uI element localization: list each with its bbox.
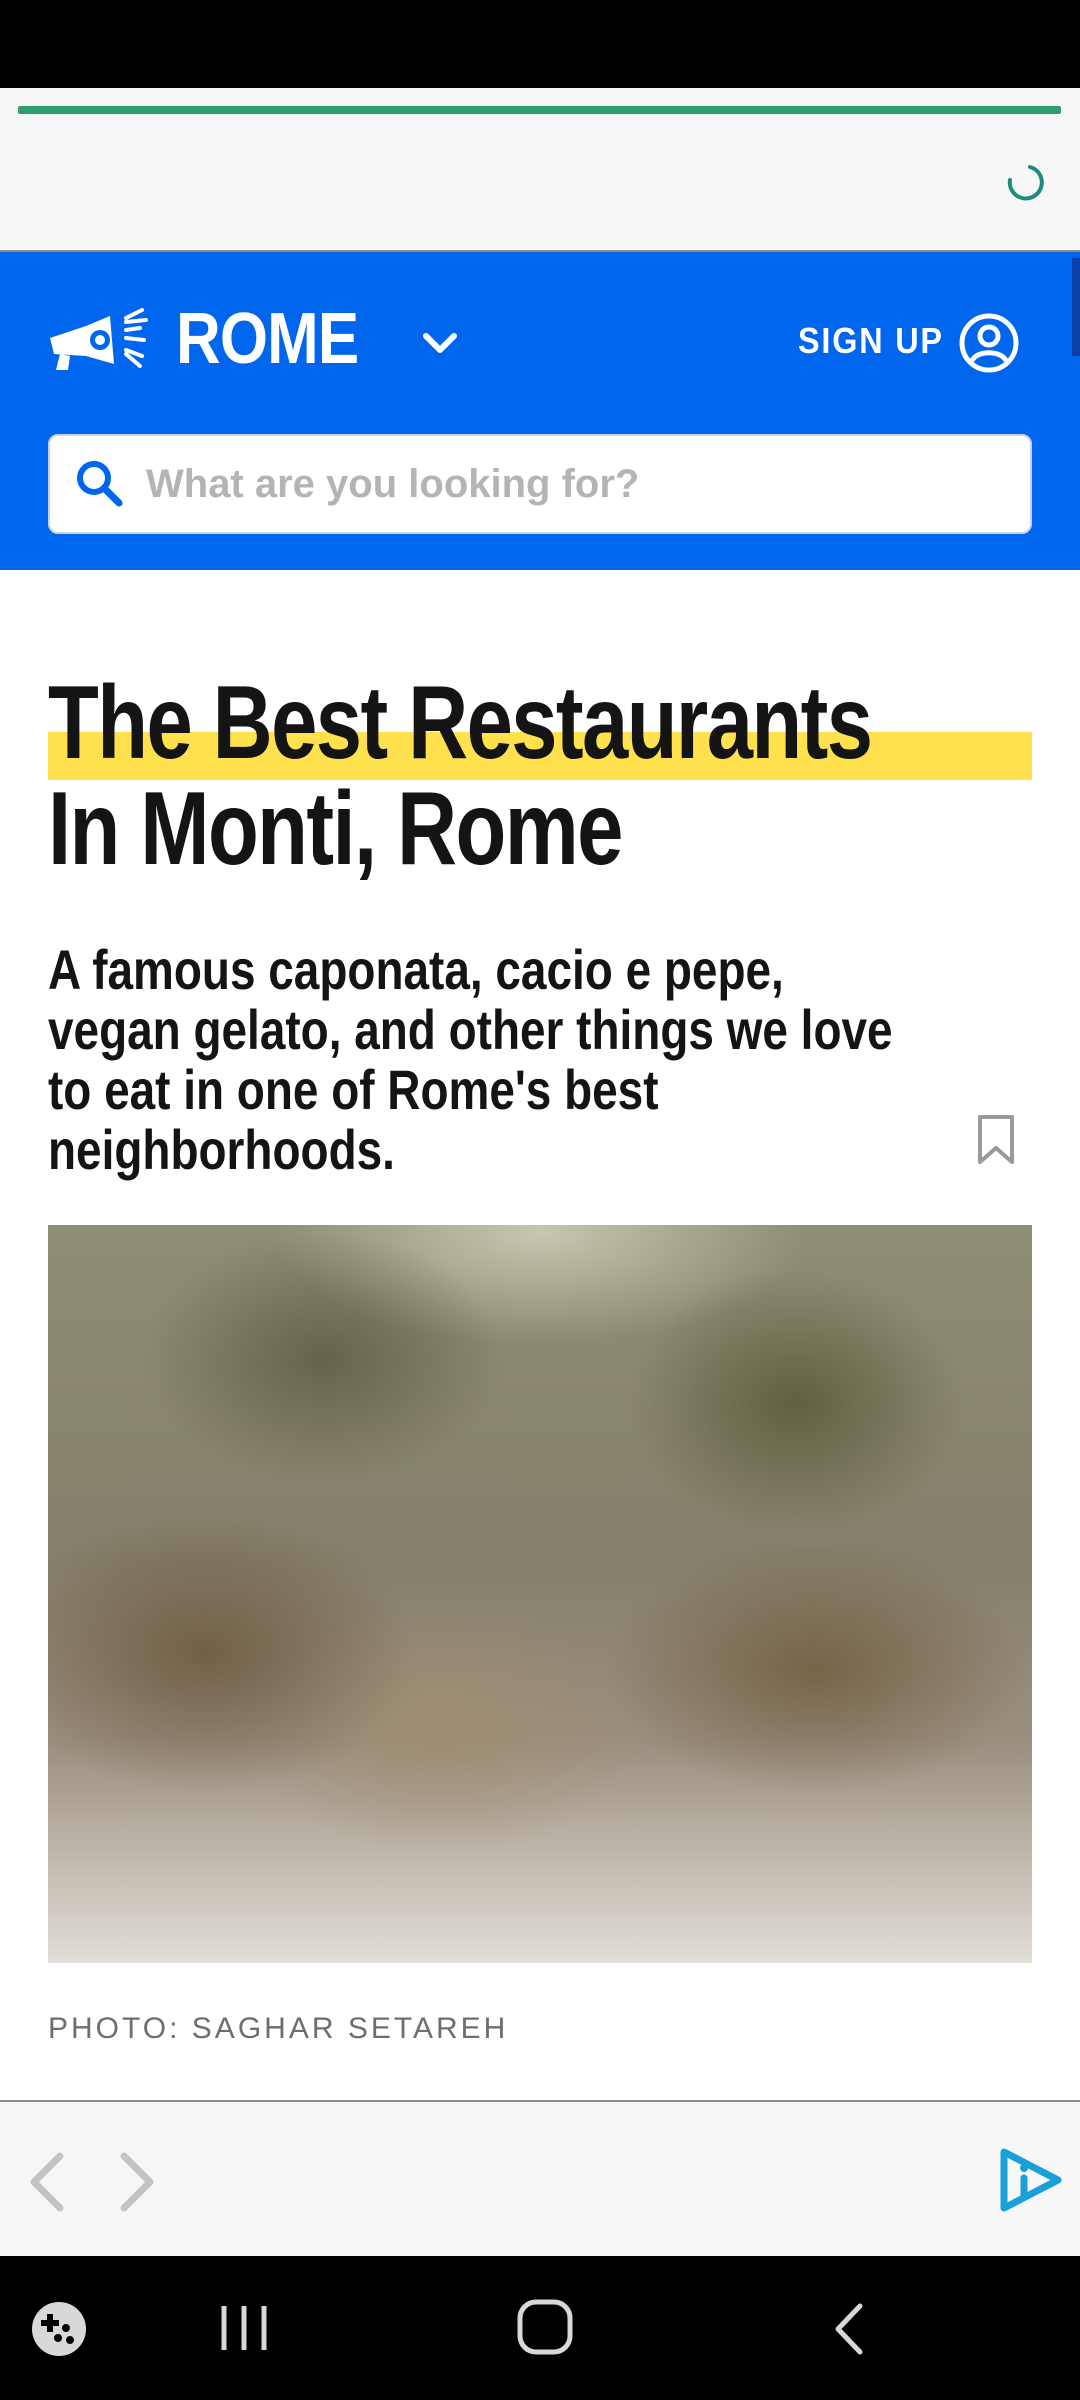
search-input[interactable] <box>146 450 1006 518</box>
page-load-progress-bar <box>18 106 1061 114</box>
game-launcher-icon[interactable] <box>30 2300 88 2358</box>
bookmark-icon[interactable] <box>976 1114 1016 1166</box>
photo-credit: PHOTO: SAGHAR SETAREH <box>48 2012 509 2045</box>
back-icon[interactable] <box>826 2300 872 2358</box>
search-icon <box>77 461 123 507</box>
hero-image <box>48 1225 1032 1963</box>
sign-up-button[interactable]: SIGN UP <box>798 320 944 362</box>
scrollbar-thumb[interactable] <box>1072 258 1080 356</box>
search-box[interactable] <box>48 434 1032 534</box>
site-header: ROME SIGN UP <box>0 252 1080 570</box>
home-icon[interactable] <box>514 2296 576 2358</box>
status-bar <box>0 0 1080 88</box>
article-subtitle: A famous caponata, cacio e pepe, vegan g… <box>48 938 893 1181</box>
page-title: The Best Restaurants In Monti, Rome <box>48 665 873 887</box>
forward-arrow-icon[interactable] <box>112 2150 162 2214</box>
brand-play-icon[interactable] <box>996 2146 1066 2214</box>
system-navigation-bar <box>0 2256 1080 2400</box>
megaphone-logo-icon[interactable] <box>46 308 156 378</box>
loading-spinner-icon <box>1007 165 1044 201</box>
browser-toolbar <box>0 88 1080 252</box>
account-circle-icon[interactable] <box>958 312 1020 374</box>
city-selector-label[interactable]: ROME <box>176 298 359 380</box>
browser-bottom-bar <box>0 2100 1080 2256</box>
back-arrow-icon[interactable] <box>22 2150 72 2214</box>
recents-icon[interactable] <box>214 2302 274 2354</box>
chevron-down-icon[interactable] <box>418 326 462 362</box>
